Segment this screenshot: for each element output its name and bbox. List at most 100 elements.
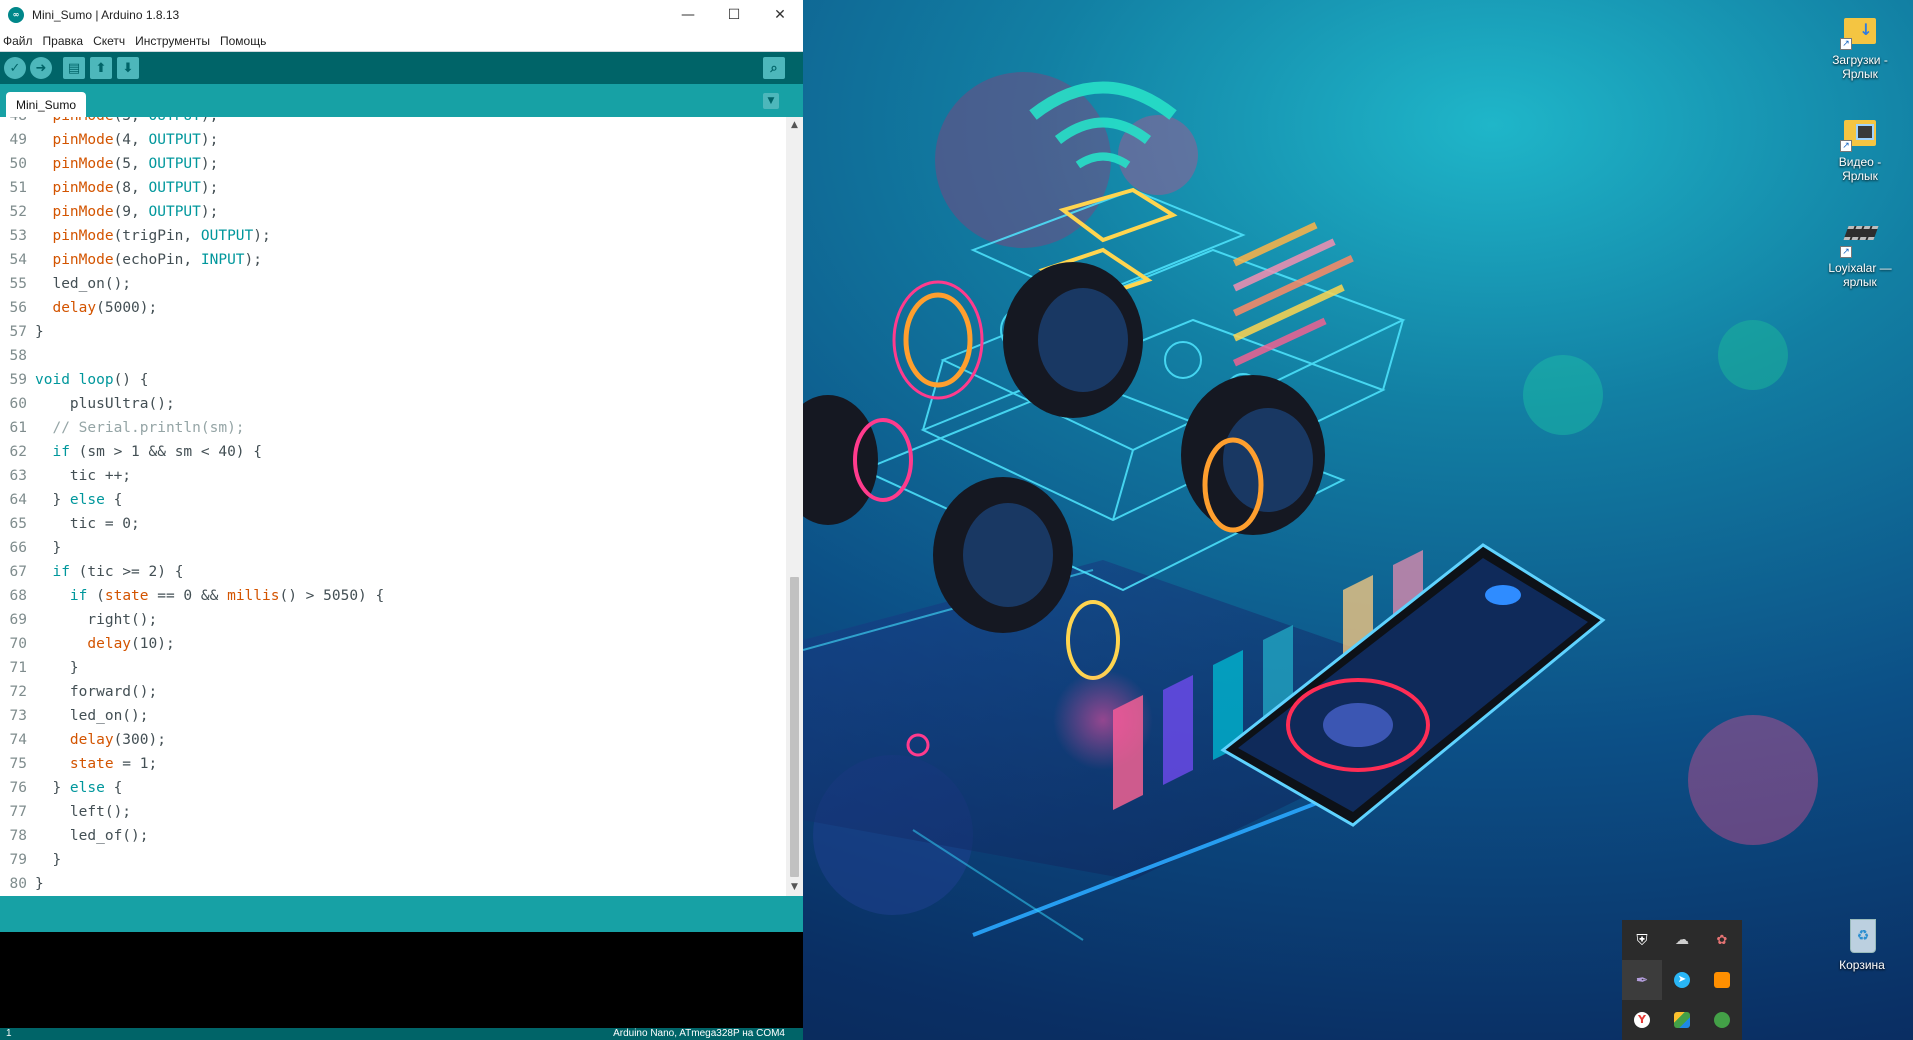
maximize-button[interactable]: ☐ bbox=[711, 0, 757, 30]
pen-icon[interactable]: ✒ bbox=[1622, 960, 1662, 1000]
desktop-icon-downloads[interactable]: ↓ ↗ Загрузки - Ярлык bbox=[1820, 10, 1900, 81]
code-line[interactable]: 64 } else { bbox=[0, 488, 786, 512]
code-line[interactable]: 63 tic ++; bbox=[0, 464, 786, 488]
code-line[interactable]: 65 tic = 0; bbox=[0, 512, 786, 536]
code-line[interactable]: 78 led_of(); bbox=[0, 824, 786, 848]
line-code: pinMode(9, OUTPUT); bbox=[30, 204, 218, 220]
line-code: if (state == 0 && millis() > 5050) { bbox=[30, 588, 384, 604]
code-token: ( bbox=[87, 588, 105, 604]
line-number: 58 bbox=[9, 348, 27, 364]
code-line[interactable]: 69 right(); bbox=[0, 608, 786, 632]
code-line[interactable]: 74 delay(300); bbox=[0, 728, 786, 752]
desktop-icon-recycle-bin[interactable]: ♻ Корзина bbox=[1822, 915, 1902, 972]
code-line[interactable]: 59 void loop() { bbox=[0, 368, 786, 392]
code-line[interactable]: 58 bbox=[0, 344, 786, 368]
code-line[interactable]: 49 pinMode(4, OUTPUT); bbox=[0, 128, 786, 152]
tab-menu-button[interactable]: ▼ bbox=[763, 93, 779, 109]
code-line[interactable]: 50 pinMode(5, OUTPUT); bbox=[0, 152, 786, 176]
code-line[interactable]: 54 pinMode(echoPin, INPUT); bbox=[0, 248, 786, 272]
wallpaper-robot-car bbox=[803, 72, 1818, 941]
code-token: (4, bbox=[113, 132, 149, 148]
menu-help[interactable]: Помощь bbox=[220, 34, 266, 48]
code-line[interactable]: 77 left(); bbox=[0, 800, 786, 824]
code-line[interactable]: 73 led_on(); bbox=[0, 704, 786, 728]
code-line[interactable]: 55 led_on(); bbox=[0, 272, 786, 296]
open-sketch-button[interactable]: ⬆ bbox=[90, 57, 112, 79]
desktop-icon-video[interactable]: ↗ Видео - Ярлык bbox=[1820, 112, 1900, 183]
code-line[interactable]: 79 } bbox=[0, 848, 786, 872]
code-line[interactable]: 71 } bbox=[0, 656, 786, 680]
code-token: } bbox=[35, 780, 70, 796]
close-button[interactable]: ✕ bbox=[757, 0, 803, 30]
tab-mini-sumo[interactable]: Mini_Sumo bbox=[6, 92, 87, 117]
code-line[interactable]: 57} bbox=[0, 320, 786, 344]
code-line[interactable]: 72 forward(); bbox=[0, 680, 786, 704]
line-code: pinMode(trigPin, OUTPUT); bbox=[30, 228, 270, 244]
code-token: (10); bbox=[131, 636, 175, 652]
code-token: () > 5050) { bbox=[279, 588, 385, 604]
code-line[interactable]: 60 plusUltra(); bbox=[0, 392, 786, 416]
line-code: led_on(); bbox=[30, 708, 149, 724]
onedrive-icon[interactable]: ☁ bbox=[1662, 920, 1702, 960]
desktop-icon-loyixalar[interactable]: ↗ Loyixalar — ярлык bbox=[1820, 218, 1900, 289]
line-code: if (tic >= 2) { bbox=[30, 564, 183, 580]
telegram-icon[interactable]: ➤ bbox=[1662, 960, 1702, 1000]
new-sketch-button[interactable]: ▤ bbox=[63, 57, 85, 79]
line-number: 69 bbox=[9, 612, 27, 628]
code-token: else bbox=[69, 780, 105, 796]
minimize-button[interactable]: — bbox=[665, 0, 711, 30]
google-drive-icon[interactable] bbox=[1662, 1000, 1702, 1040]
green-app-icon[interactable] bbox=[1702, 1000, 1742, 1040]
serial-monitor-button[interactable]: ⌕ bbox=[763, 57, 785, 79]
code-line[interactable]: 62 if (sm > 1 && sm < 40) { bbox=[0, 440, 786, 464]
code-line[interactable]: 76 } else { bbox=[0, 776, 786, 800]
defender-icon[interactable]: ⛨ bbox=[1622, 920, 1662, 960]
console-output[interactable] bbox=[0, 932, 803, 1028]
line-code: pinMode(3, OUTPUT); bbox=[30, 117, 218, 124]
menu-sketch[interactable]: Скетч bbox=[93, 34, 125, 48]
vertical-scrollbar[interactable]: ▲ ▼ bbox=[786, 117, 803, 896]
code-token: delay bbox=[69, 732, 114, 748]
code-line[interactable]: 66 } bbox=[0, 536, 786, 560]
code-token: (tic >= 2) { bbox=[69, 564, 184, 580]
line-number: 60 bbox=[9, 396, 27, 412]
line-code: state = 1; bbox=[30, 756, 157, 772]
code-line[interactable]: 48 pinMode(3, OUTPUT); bbox=[0, 117, 786, 128]
code-line[interactable]: 75 state = 1; bbox=[0, 752, 786, 776]
code-token: ); bbox=[200, 204, 219, 220]
title-bar[interactable]: ∞ Mini_Sumo | Arduino 1.8.13 — ☐ ✕ bbox=[0, 0, 803, 30]
code-line[interactable]: 53 pinMode(trigPin, OUTPUT); bbox=[0, 224, 786, 248]
menu-tools[interactable]: Инструменты bbox=[135, 34, 210, 48]
code-token: OUTPUT bbox=[148, 156, 201, 172]
scroll-down-arrow[interactable]: ▼ bbox=[786, 879, 803, 896]
menu-edit[interactable]: Правка bbox=[43, 34, 84, 48]
code-line[interactable]: 61 // Serial.println(sm); bbox=[0, 416, 786, 440]
code-line[interactable]: 52 pinMode(9, OUTPUT); bbox=[0, 200, 786, 224]
scrollbar-thumb[interactable] bbox=[790, 577, 799, 877]
network-tool-icon[interactable]: ✿ bbox=[1702, 920, 1742, 960]
code-line[interactable]: 80} bbox=[0, 872, 786, 896]
save-sketch-button[interactable]: ⬇ bbox=[117, 57, 139, 79]
code-line[interactable]: 70 delay(10); bbox=[0, 632, 786, 656]
verify-button[interactable]: ✓ bbox=[4, 57, 26, 79]
line-code: void loop() { bbox=[30, 372, 149, 388]
line-number: 77 bbox=[9, 804, 27, 820]
app-orange-icon[interactable] bbox=[1702, 960, 1742, 1000]
code-editor[interactable]: 48 pinMode(3, OUTPUT);49 pinMode(4, OUTP… bbox=[0, 117, 803, 896]
scroll-up-arrow[interactable]: ▲ bbox=[786, 117, 803, 134]
code-line[interactable]: 51 pinMode(8, OUTPUT); bbox=[0, 176, 786, 200]
yandex-icon[interactable]: Y bbox=[1622, 1000, 1662, 1040]
toolbar: ✓ ➜ ▤ ⬆ ⬇ ⌕ bbox=[0, 52, 803, 84]
code-line[interactable]: 67 if (tic >= 2) { bbox=[0, 560, 786, 584]
line-number: 54 bbox=[9, 252, 27, 268]
code-token: } bbox=[35, 492, 70, 508]
code-line[interactable]: 68 if (state == 0 && millis() > 5050) { bbox=[0, 584, 786, 608]
menu-file[interactable]: Файл bbox=[3, 34, 33, 48]
code-token: pinMode bbox=[52, 132, 114, 148]
upload-button[interactable]: ➜ bbox=[30, 57, 52, 79]
code-line[interactable]: 56 delay(5000); bbox=[0, 296, 786, 320]
